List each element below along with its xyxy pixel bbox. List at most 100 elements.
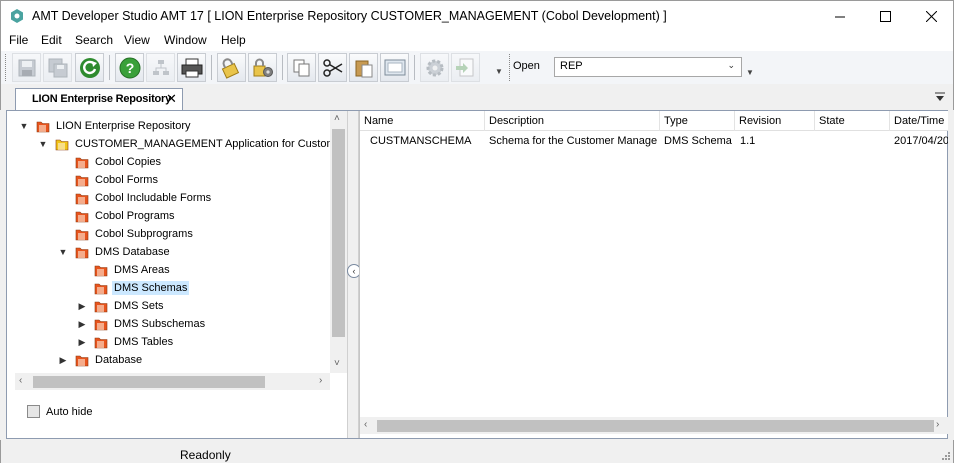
expanded-arrow-icon[interactable]: ▼ [58,247,68,257]
tree-item[interactable]: ▶ DMS Subschemas [77,315,207,333]
paste-icon [355,60,372,77]
pdf-export-button[interactable] [451,53,480,82]
auto-hide-checkbox[interactable]: Auto hide [27,405,92,418]
pane-splitter[interactable]: ‹ [347,111,361,438]
print-button[interactable] [177,53,206,82]
cut-icon [322,58,342,77]
column-header-revision[interactable]: Revision [735,111,815,131]
scroll-left-icon[interactable]: ‹ [364,419,367,430]
object-grid: Name Description Type Revision State Dat… [359,111,948,438]
folder-icon [94,265,108,276]
grid-horizontal-scrollbar[interactable]: ‹ › [360,417,948,434]
scroll-down-icon[interactable]: ˅ [334,358,340,369]
menu-file[interactable]: File [9,33,28,47]
tree-item[interactable]: ▶ DMS Sets [77,297,166,315]
window-title: AMT Developer Studio AMT 17 [ LION Enter… [32,9,667,23]
tree-item-label: DMS Subschemas [114,318,206,330]
toolbar-grip[interactable] [5,54,8,81]
tree-item[interactable]: ▶ Database [58,351,144,369]
scroll-left-icon[interactable]: ‹ [19,375,22,386]
tab-lion-enterprise-repository[interactable]: LION Enterprise Repository ✕ [15,88,183,110]
save-all-button[interactable] [43,53,72,82]
screen-button[interactable] [380,53,409,82]
status-bar: Readonly [0,440,954,463]
auto-hide-label: Auto hide [46,405,93,418]
save-button[interactable] [12,53,41,82]
collapsed-arrow-icon[interactable]: ▶ [77,319,87,329]
close-button[interactable] [908,1,954,31]
help-button[interactable]: ? [115,53,144,82]
status-text: Readonly [180,448,231,462]
main-frame: ▼ LION Enterprise Repository ▼ CUSTOMER_MAN… [6,110,948,439]
grid-hscroll-thumb[interactable] [377,420,934,432]
tree-item[interactable]: DMS Areas [77,261,172,279]
open-label: Open [513,60,540,72]
collapsed-arrow-icon[interactable]: ▶ [77,337,87,347]
menu-view[interactable]: View [124,33,150,47]
collapsed-arrow-icon[interactable]: ▶ [58,355,68,365]
menu-search[interactable]: Search [75,33,113,47]
chevron-down-icon: ⌄ [727,60,735,70]
menu-help[interactable]: Help [221,33,246,47]
minimize-button[interactable] [817,1,863,31]
lock-button[interactable] [217,53,246,82]
refresh-button[interactable] [75,53,104,82]
tree-item-label: Cobol Subprograms [95,228,193,240]
collapsed-arrow-icon[interactable]: ▶ [77,301,87,311]
column-header-state[interactable]: State [815,111,890,131]
tree-item-label: Cobol Includable Forms [95,192,212,204]
toolbar-overflow-icon-2[interactable]: ▼ [746,68,754,77]
tree-item-label: DMS Schemas [112,281,190,295]
copy-button[interactable] [287,53,316,82]
minimize-icon [834,16,845,17]
open-select[interactable]: REP ⌄ [554,57,742,77]
menu-bar: File Edit Search View Window Help [0,31,954,51]
toolbar-grip-2[interactable] [509,54,512,81]
tree-vertical-scrollbar[interactable]: ˄ ˅ [330,111,347,373]
cut-button[interactable] [318,53,347,82]
column-header-type[interactable]: Type [660,111,735,131]
scroll-right-icon[interactable]: › [319,375,322,386]
tree-vscroll-thumb[interactable] [332,129,345,337]
tree-item[interactable]: ▼ DMS Database [58,243,172,261]
save-all-icon [48,58,67,77]
folder-icon [94,283,108,294]
tree-button[interactable] [146,53,175,82]
tree-item[interactable]: Cobol Subprograms [58,225,195,243]
column-header-name[interactable]: Name [360,111,485,131]
tree-hscroll-thumb[interactable] [33,376,265,388]
tree-item[interactable]: DMS Schemas [77,279,190,297]
tree-horizontal-scrollbar[interactable]: ‹ › [15,373,330,390]
column-header-description[interactable]: Description [485,111,660,131]
svg-text:?: ? [125,60,134,76]
maximize-button[interactable] [862,1,908,31]
copy-icon [293,59,309,76]
toolbar-overflow-icon[interactable]: ▼ [495,67,503,76]
menu-edit[interactable]: Edit [41,33,62,47]
tree-item[interactable]: Cobol Copies [58,153,163,171]
paste-button[interactable] [349,53,378,82]
tree-item[interactable]: ▼ CUSTOMER_MANAGEMENT Application for Cus… [38,135,347,153]
gear-button[interactable] [420,53,449,82]
cell-name: CUSTMANSCHEMA [370,135,472,147]
settings-lock-button[interactable] [248,53,277,82]
pdf-export-icon [455,58,473,76]
menu-window[interactable]: Window [164,33,207,47]
lock-icon [221,57,239,79]
gear-icon [426,59,443,76]
scroll-up-icon[interactable]: ˄ [334,113,340,124]
expanded-arrow-icon[interactable]: ▼ [19,121,29,131]
tab-menu-icon[interactable] [935,92,945,102]
tree-item[interactable]: Cobol Forms [58,171,160,189]
tree-item[interactable]: ▼ LION Enterprise Repository [19,117,193,135]
resize-grip-icon[interactable] [940,450,950,460]
close-icon[interactable]: ✕ [166,92,177,105]
checkbox-box[interactable] [27,405,40,418]
column-header-datetime[interactable]: Date/Time [890,111,948,131]
expanded-arrow-icon[interactable]: ▼ [38,139,48,149]
tree-item[interactable]: Cobol Programs [58,207,176,225]
tree-item[interactable]: Cobol Includable Forms [58,189,213,207]
tree-item-label: DMS Database [95,246,170,258]
scroll-right-icon[interactable]: › [936,419,939,430]
tree-item[interactable]: ▶ DMS Tables [77,333,175,351]
